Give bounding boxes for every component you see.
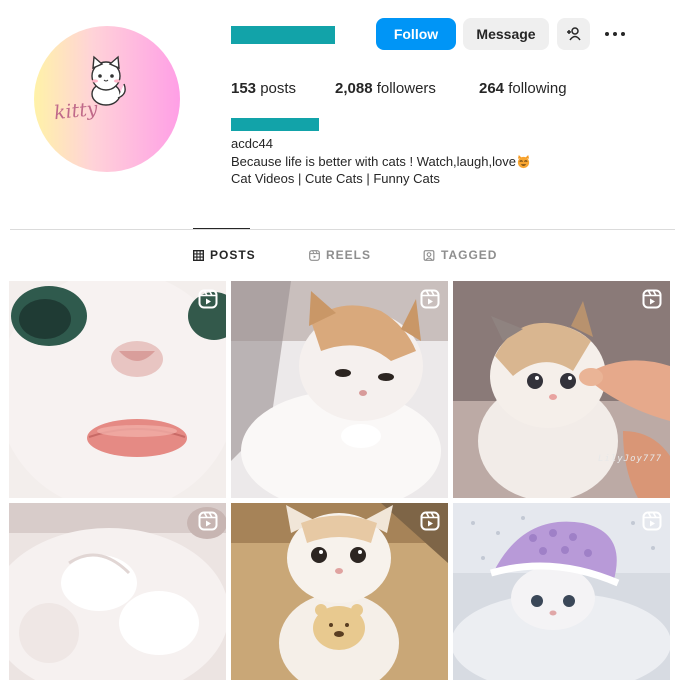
following-label: following — [508, 80, 567, 97]
bio-line-1-text: Because life is better with cats ! Watch… — [231, 153, 516, 169]
reel-indicator-icon — [198, 289, 218, 309]
more-options-button[interactable] — [600, 18, 630, 50]
grid-icon — [193, 249, 204, 261]
post-tile-2[interactable] — [231, 281, 448, 498]
tab-posts[interactable]: POSTS — [193, 248, 256, 262]
suggest-user-button[interactable] — [557, 18, 590, 50]
following-stat[interactable]: 264 following — [479, 80, 567, 97]
reel-indicator-icon — [642, 289, 662, 309]
post-image-3 — [453, 281, 670, 498]
profile-avatar[interactable]: kitty — [34, 26, 180, 172]
tab-tagged-label: TAGGED — [441, 248, 498, 262]
post-tile-1[interactable] — [9, 281, 226, 498]
reels-icon — [309, 249, 320, 261]
posts-count: 153 — [231, 80, 257, 97]
reel-indicator-icon — [642, 511, 662, 531]
reel-indicator-icon — [420, 289, 440, 309]
posts-stat: 153 posts — [231, 80, 296, 97]
bio-line-1: Because life is better with cats ! Watch… — [231, 153, 531, 171]
active-tab-indicator — [193, 228, 250, 229]
reel-indicator-icon — [198, 511, 218, 531]
tagged-icon — [423, 249, 435, 261]
add-user-icon — [566, 27, 581, 41]
bio-handle: acdc44 — [231, 136, 273, 151]
post-image-1 — [9, 281, 226, 498]
post-tile-6[interactable] — [453, 503, 670, 680]
post-tile-4[interactable] — [9, 503, 226, 680]
followers-stat[interactable]: 2,088 followers — [335, 80, 436, 97]
full-name-redacted — [231, 118, 319, 131]
username-redacted — [231, 26, 335, 44]
post-image-2 — [231, 281, 448, 498]
cat-face-emoji-icon — [517, 154, 530, 168]
tab-tagged[interactable]: TAGGED — [423, 248, 497, 262]
avatar-caption: kitty — [52, 97, 99, 125]
message-button[interactable]: Message — [463, 18, 549, 50]
reel-indicator-icon — [420, 511, 440, 531]
followers-count: 2,088 — [335, 80, 373, 97]
more-options-icon — [603, 32, 627, 36]
tab-reels-label: REELS — [326, 248, 372, 262]
tab-reels[interactable]: REELS — [309, 248, 371, 262]
post-image-4 — [9, 503, 226, 680]
post-tile-3[interactable]: LilyJoy777 — [453, 281, 670, 498]
post-tile-5[interactable] — [231, 503, 448, 680]
post-image-6 — [453, 503, 670, 680]
post-image-5 — [231, 503, 448, 680]
bio-line-2: Cat Videos | Cute Cats | Funny Cats — [231, 171, 440, 186]
following-count: 264 — [479, 80, 505, 97]
followers-label: followers — [376, 80, 436, 97]
video-watermark: LilyJoy777 — [598, 454, 663, 464]
follow-button[interactable]: Follow — [376, 18, 456, 50]
tabs-divider — [10, 229, 675, 230]
posts-label: posts — [260, 80, 297, 97]
tab-posts-label: POSTS — [210, 248, 256, 262]
profile-bio: acdc44 Because life is better with cats … — [231, 135, 531, 188]
